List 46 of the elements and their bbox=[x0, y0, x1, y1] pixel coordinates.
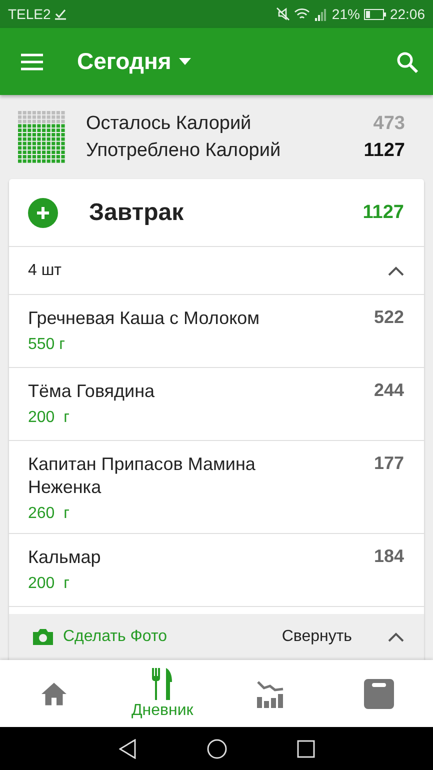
food-name: Капитан Припасов Мамина Неженка bbox=[28, 453, 256, 499]
nav-tab[interactable] bbox=[0, 660, 108, 727]
scale-icon bbox=[364, 678, 394, 708]
take-photo-button[interactable]: Сделать Фото bbox=[33, 628, 282, 646]
calorie-value: 1127 bbox=[364, 140, 405, 162]
food-amount: 200 г bbox=[28, 409, 70, 427]
menu-button[interactable] bbox=[20, 52, 44, 70]
collapse-button[interactable]: Свернуть bbox=[282, 628, 404, 646]
clock-time: 22:06 bbox=[390, 6, 425, 22]
nav-tab[interactable] bbox=[324, 660, 433, 727]
camera-icon bbox=[33, 629, 53, 645]
food-amount: 260 г bbox=[28, 505, 70, 523]
back-icon[interactable] bbox=[118, 738, 136, 758]
carrier-name: TELE2 bbox=[8, 6, 51, 22]
meal-total: 1127 bbox=[362, 202, 404, 224]
food-calories: 244 bbox=[374, 380, 404, 402]
food-amount: 550 г bbox=[28, 336, 66, 354]
food-name: Кальмар bbox=[28, 546, 102, 569]
check-icon bbox=[54, 8, 66, 20]
item-count-toggle[interactable]: 4 шт bbox=[9, 247, 424, 295]
fork-knife-icon bbox=[151, 668, 174, 700]
nav-tab[interactable]: Дневник bbox=[108, 660, 216, 727]
food-calories: 177 bbox=[374, 453, 404, 475]
calorie-value: 473 bbox=[373, 112, 405, 134]
add-button[interactable] bbox=[28, 198, 58, 228]
food-name: Тёма Говядина bbox=[28, 380, 156, 403]
home-circle-icon[interactable] bbox=[206, 738, 226, 758]
summary-label: Осталось Калорий bbox=[86, 112, 252, 134]
chevron-icon bbox=[388, 632, 404, 642]
battery-icon bbox=[364, 8, 386, 20]
wifi-icon bbox=[294, 8, 310, 20]
food-amount: 200 г bbox=[28, 575, 70, 593]
food-calories: 522 bbox=[374, 307, 404, 329]
date-dropdown[interactable]: Сегодня bbox=[77, 48, 192, 75]
summary-label: Употреблено Калорий bbox=[86, 140, 281, 162]
meal-title: Завтрак bbox=[89, 198, 185, 226]
signal-icon bbox=[314, 8, 328, 20]
food-name: Гречневая Каша с Молоком bbox=[28, 307, 261, 330]
calorie-grid-icon bbox=[18, 110, 66, 164]
caret-icon bbox=[179, 58, 192, 65]
search-button[interactable] bbox=[395, 50, 419, 74]
recents-icon[interactable] bbox=[296, 740, 314, 758]
battery-percent: 21% bbox=[332, 6, 360, 22]
food-calories: 184 bbox=[374, 546, 404, 568]
chart-icon bbox=[256, 678, 286, 708]
mute-icon bbox=[276, 7, 290, 21]
